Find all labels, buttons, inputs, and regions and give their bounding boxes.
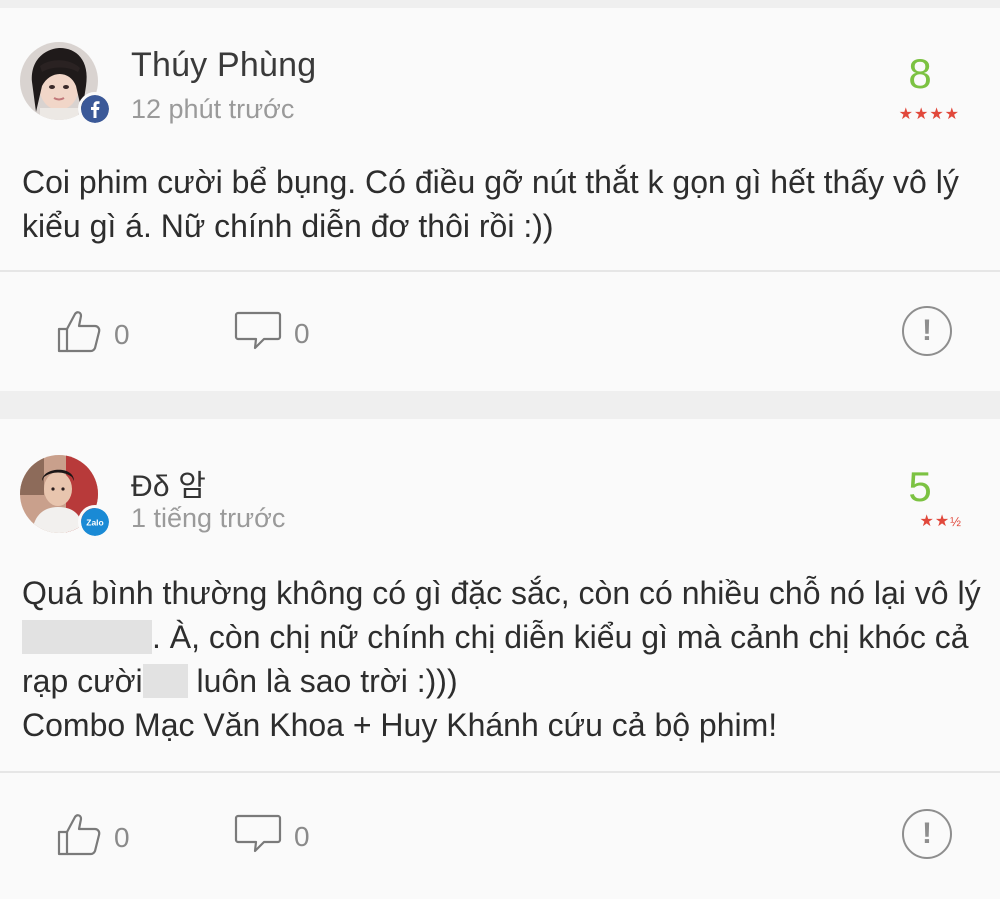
exclamation-icon: !: [922, 314, 932, 347]
review-text: Coi phim cười bể bụng. Có điều gỡ nút th…: [22, 164, 959, 244]
comment-button[interactable]: 0: [234, 310, 310, 357]
review-actions: 0 0 !: [0, 795, 1000, 875]
rating-score: 5: [908, 463, 932, 510]
redacted-word: [22, 620, 152, 654]
thumbs-up-icon: [56, 813, 102, 862]
exclamation-icon: !: [922, 817, 932, 850]
rating-stars: ★★★★: [899, 104, 960, 124]
timestamp: 1 tiếng trước: [131, 503, 286, 533]
zalo-label: Zalo: [86, 518, 103, 528]
review-text-part: luôn là sao trời :))): [187, 663, 458, 699]
like-count: 0: [114, 821, 130, 853]
report-button[interactable]: !: [902, 809, 952, 859]
like-button[interactable]: 0: [56, 813, 130, 862]
review-text-part: Combo Mạc Văn Khoa + Huy Khánh cứu cả bộ…: [22, 707, 778, 743]
facebook-icon: [78, 92, 112, 126]
rating-score: 8: [908, 50, 932, 97]
redacted-word: [142, 664, 188, 698]
thumbs-up-icon: [56, 310, 102, 359]
comment-count: 0: [294, 317, 310, 349]
divider: [0, 270, 1000, 272]
star-icons: ★★: [919, 513, 951, 530]
review-header: Thúy Phùng 12 phút trước 8 ★★★★: [0, 8, 1000, 128]
comment-icon: [234, 813, 282, 860]
user-name[interactable]: Thúy Phùng: [131, 46, 316, 85]
comment-count: 0: [294, 820, 310, 852]
zalo-icon: Zalo: [78, 505, 112, 539]
rating-stars: ★★½: [919, 511, 962, 531]
like-button[interactable]: 0: [56, 310, 130, 359]
avatar[interactable]: [20, 42, 116, 138]
avatar[interactable]: Zalo: [20, 455, 116, 551]
like-count: 0: [114, 318, 130, 350]
review-text-part: Quá bình thường không có gì đặc sắc, còn…: [22, 575, 981, 611]
timestamp: 12 phút trước: [131, 94, 295, 124]
review-header: Zalo Đδ 암 1 tiếng trước 5 ★★½: [0, 419, 1000, 539]
review-card: Zalo Đδ 암 1 tiếng trước 5 ★★½ Quá bình t…: [0, 419, 1000, 899]
review-card: Thúy Phùng 12 phút trước 8 ★★★★ Coi phim…: [0, 8, 1000, 391]
comment-button[interactable]: 0: [234, 813, 310, 860]
review-feed: Thúy Phùng 12 phút trước 8 ★★★★ Coi phim…: [0, 0, 1000, 899]
report-button[interactable]: !: [902, 306, 952, 356]
comment-icon: [234, 310, 282, 357]
review-actions: 0 0 !: [0, 292, 1000, 372]
star-icons: ★★★★: [898, 106, 960, 123]
user-name[interactable]: Đδ 암: [131, 461, 206, 505]
divider: [0, 771, 1000, 773]
half-star-icon: ½: [950, 514, 962, 529]
review-text: Quá bình thường không có gì đặc sắc, còn…: [22, 571, 982, 747]
